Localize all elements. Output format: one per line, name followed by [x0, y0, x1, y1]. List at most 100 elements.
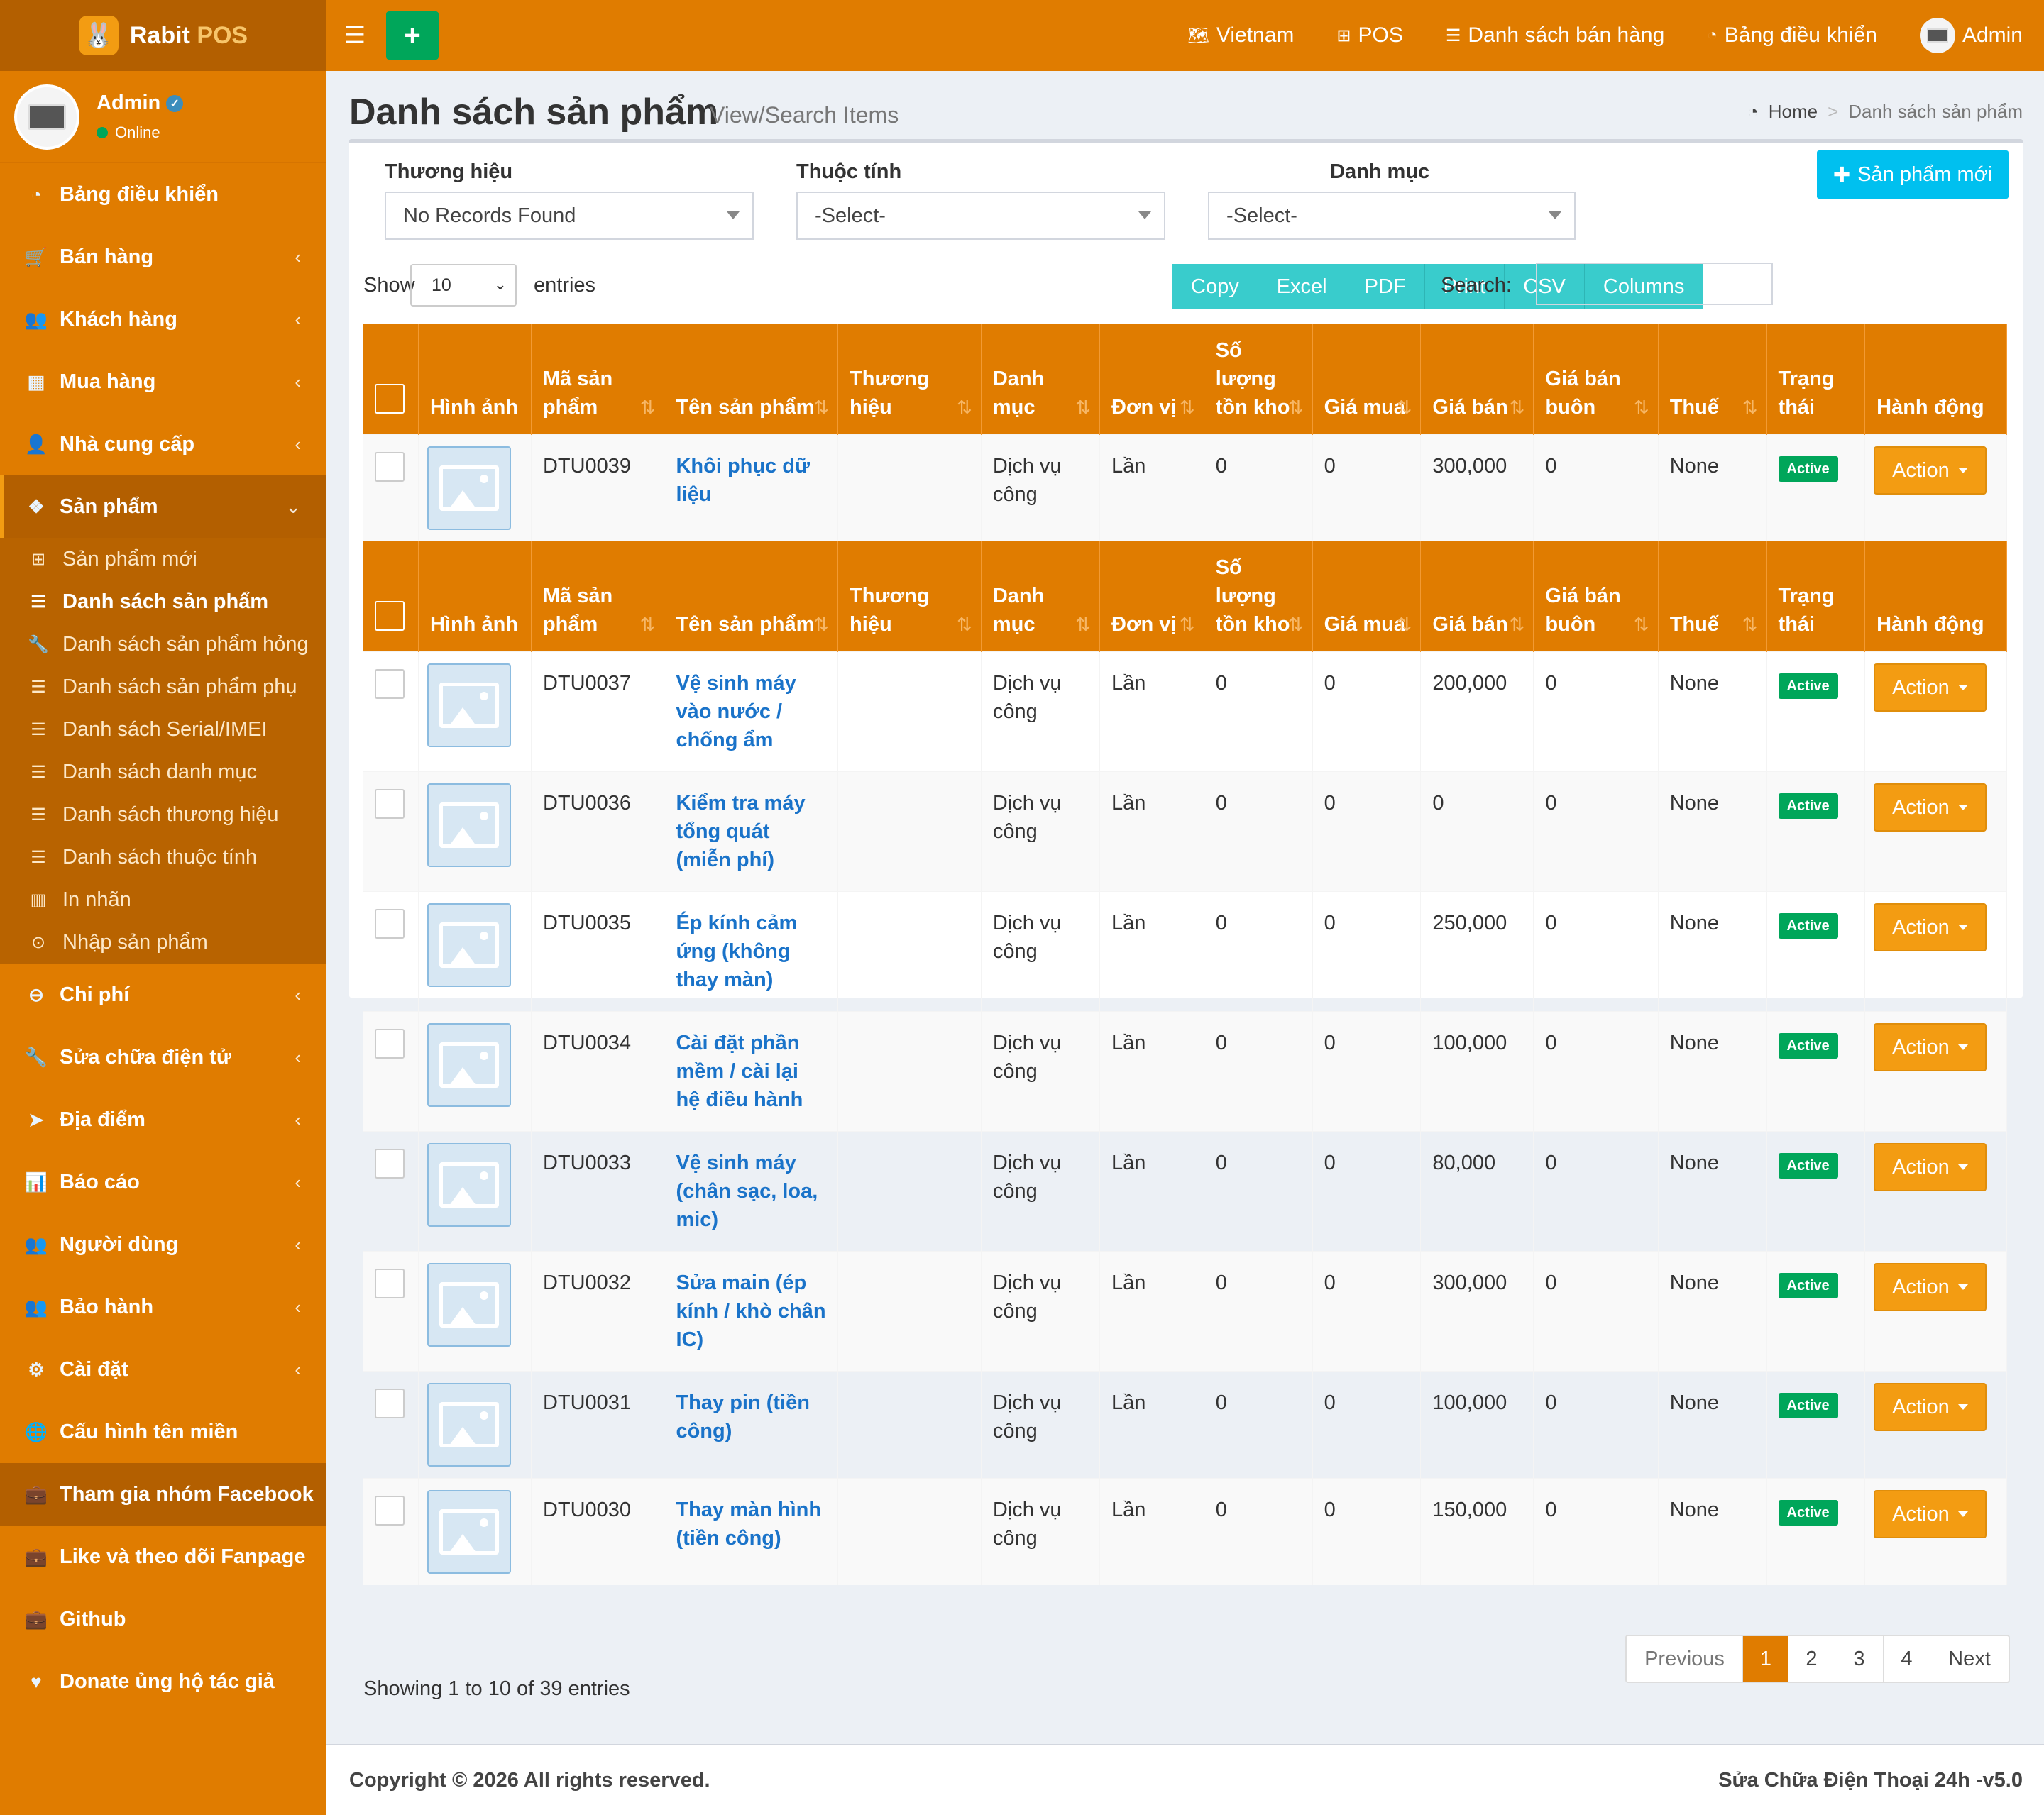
- sidebar-item-customers[interactable]: 👥 Khách hàng ‹: [0, 288, 326, 351]
- product-name-link[interactable]: Thay màn hình (tiền công): [676, 1499, 821, 1550]
- brand-filter-select[interactable]: No Records Found: [385, 192, 754, 240]
- submenu-item-product-list[interactable]: ☰ Danh sách sản phẩm: [0, 580, 326, 623]
- column-header[interactable]: Đơn vị ⇅: [1099, 324, 1204, 434]
- column-header[interactable]: Giá mua ⇅: [1312, 324, 1422, 434]
- submenu-item-print-labels[interactable]: ▥ In nhãn: [0, 878, 326, 921]
- sidebar-item-warranty[interactable]: 👥 Bảo hành ‹: [0, 1276, 326, 1338]
- action-dropdown-button[interactable]: Action: [1874, 1383, 1987, 1431]
- column-header[interactable]: Trạng thái: [1766, 324, 1866, 434]
- column-header[interactable]: Thuế ⇅: [1658, 541, 1767, 652]
- submenu-item-serial-imei[interactable]: ☰ Danh sách Serial/IMEI: [0, 708, 326, 751]
- column-header[interactable]: Giá bán buôn ⇅: [1533, 324, 1659, 434]
- row-checkbox[interactable]: [375, 451, 405, 482]
- product-name-link[interactable]: Thay pin (tiền công): [676, 1391, 810, 1442]
- action-dropdown-button[interactable]: Action: [1874, 663, 1987, 712]
- product-image-placeholder-icon[interactable]: [427, 663, 511, 747]
- column-header[interactable]: Danh mục ⇅: [981, 541, 1100, 652]
- pagination-page-2[interactable]: 2: [1788, 1636, 1835, 1682]
- select-all-checkbox[interactable]: [375, 601, 405, 631]
- pagination-previous[interactable]: Previous: [1627, 1636, 1743, 1682]
- column-header[interactable]: Hình ảnh: [418, 541, 532, 652]
- copy-button[interactable]: Copy: [1172, 264, 1258, 309]
- product-image-placeholder-icon[interactable]: [427, 1023, 511, 1107]
- sidebar-item-products[interactable]: ❖ Sản phẩm ⌄: [0, 475, 326, 538]
- search-input[interactable]: [1536, 263, 1773, 305]
- pagination-page-1[interactable]: 1: [1743, 1636, 1788, 1682]
- column-header[interactable]: Mã sản phẩm ⇅: [531, 324, 665, 434]
- brand-logo[interactable]: 🐰 Rabit POS: [0, 0, 326, 71]
- new-product-button[interactable]: ✚ Sản phẩm mới: [1817, 150, 2009, 199]
- submenu-item-brands[interactable]: ☰ Danh sách thương hiệu: [0, 793, 326, 836]
- sidebar-item-dashboard[interactable]: ◔ Bảng điều khiển: [0, 163, 326, 226]
- pdf-button[interactable]: PDF: [1346, 264, 1425, 309]
- dashboard-link[interactable]: ◔ Bảng điều khiển: [1686, 0, 1899, 71]
- row-checkbox[interactable]: [375, 1029, 405, 1059]
- quick-add-button[interactable]: +: [386, 11, 439, 60]
- column-header[interactable]: Đơn vị ⇅: [1099, 541, 1204, 652]
- product-name-link[interactable]: Ép kính cảm ứng (không thay màn): [676, 912, 797, 991]
- action-dropdown-button[interactable]: Action: [1874, 446, 1987, 495]
- row-checkbox[interactable]: [375, 789, 405, 819]
- sidebar-item-repairs[interactable]: 🔧 Sửa chữa điện tử ‹: [0, 1026, 326, 1088]
- column-header[interactable]: Thương hiệu ⇅: [837, 324, 982, 434]
- pos-link[interactable]: ⊞ POS: [1315, 0, 1424, 71]
- action-dropdown-button[interactable]: Action: [1874, 1263, 1987, 1311]
- column-header[interactable]: Thương hiệu ⇅: [837, 541, 982, 652]
- product-image-placeholder-icon[interactable]: [427, 1490, 511, 1574]
- row-checkbox[interactable]: [375, 1269, 405, 1298]
- product-image-placeholder-icon[interactable]: [427, 446, 511, 530]
- pagination-page-3[interactable]: 3: [1835, 1636, 1884, 1682]
- pagination-next[interactable]: Next: [1930, 1636, 2009, 1682]
- product-image-placeholder-icon[interactable]: [427, 1263, 511, 1347]
- row-checkbox[interactable]: [375, 1149, 405, 1179]
- submenu-item-sub-products[interactable]: ☰ Danh sách sản phẩm phụ: [0, 666, 326, 708]
- product-name-link[interactable]: Cài đặt phần mềm / cài lại hệ điều hành: [676, 1032, 803, 1111]
- row-checkbox[interactable]: [375, 1389, 405, 1418]
- row-checkbox[interactable]: [375, 909, 405, 939]
- submenu-item-new-product[interactable]: ⊞ Sản phẩm mới: [0, 538, 326, 580]
- action-dropdown-button[interactable]: Action: [1874, 1023, 1987, 1071]
- action-dropdown-button[interactable]: Action: [1874, 903, 1987, 951]
- sidebar-toggle-icon[interactable]: ☰: [326, 0, 383, 71]
- sidebar-item-purchases[interactable]: ▦ Mua hàng ‹: [0, 351, 326, 413]
- sidebar-item-expenses[interactable]: ⊖ Chi phí ‹: [0, 964, 326, 1026]
- column-header[interactable]: Thuế ⇅: [1658, 324, 1767, 434]
- sidebar-item-facebook-group[interactable]: 💼 Tham gia nhóm Facebook: [0, 1463, 326, 1526]
- column-header[interactable]: Giá bán buôn ⇅: [1533, 541, 1659, 652]
- column-header[interactable]: Mã sản phẩm ⇅: [531, 541, 665, 652]
- product-name-link[interactable]: Khôi phục dữ liệu: [676, 455, 810, 506]
- sidebar-item-users[interactable]: 👥 Người dùng ‹: [0, 1213, 326, 1276]
- column-header[interactable]: Tên sản phẩm ⇅: [664, 324, 839, 434]
- column-header[interactable]: Giá mua ⇅: [1312, 541, 1422, 652]
- column-header[interactable]: Giá bán ⇅: [1420, 324, 1534, 434]
- sales-list-link[interactable]: ☰ Danh sách bán hàng: [1424, 0, 1686, 71]
- column-header[interactable]: Hình ảnh: [418, 324, 532, 434]
- sidebar-item-fanpage[interactable]: 💼 Like và theo dõi Fanpage: [0, 1526, 326, 1588]
- language-selector[interactable]: 🗺 Vietnam: [1166, 0, 1315, 71]
- attribute-filter-select[interactable]: -Select-: [796, 192, 1165, 240]
- product-name-link[interactable]: Kiểm tra máy tổng quát (miễn phí): [676, 792, 805, 871]
- breadcrumb-home[interactable]: Home: [1769, 101, 1818, 123]
- action-dropdown-button[interactable]: Action: [1874, 1490, 1987, 1538]
- sidebar-item-reports[interactable]: 📊 Báo cáo ‹: [0, 1151, 326, 1213]
- action-dropdown-button[interactable]: Action: [1874, 783, 1987, 832]
- sidebar-item-github[interactable]: 💼 Github: [0, 1588, 326, 1650]
- row-checkbox[interactable]: [375, 669, 405, 699]
- excel-button[interactable]: Excel: [1258, 264, 1346, 309]
- column-header[interactable]: Trạng thái: [1766, 541, 1866, 652]
- submenu-item-categories[interactable]: ☰ Danh sách danh mục: [0, 751, 326, 793]
- product-image-placeholder-icon[interactable]: [427, 1143, 511, 1227]
- submenu-item-import-products[interactable]: ⊙ Nhập sản phẩm: [0, 921, 326, 964]
- column-header[interactable]: Số lượng tồn kho ⇅: [1204, 324, 1313, 434]
- sidebar-item-locations[interactable]: ➤ Địa điểm ‹: [0, 1088, 326, 1151]
- column-header[interactable]: Hành động: [1864, 324, 2007, 434]
- sidebar-item-suppliers[interactable]: 👤 Nhà cung cấp ‹: [0, 413, 326, 475]
- product-image-placeholder-icon[interactable]: [427, 783, 511, 867]
- product-image-placeholder-icon[interactable]: [427, 903, 511, 987]
- column-header[interactable]: Giá bán ⇅: [1420, 541, 1534, 652]
- user-menu[interactable]: Admin: [1899, 0, 2044, 71]
- action-dropdown-button[interactable]: Action: [1874, 1143, 1987, 1191]
- row-checkbox[interactable]: [375, 1496, 405, 1526]
- product-name-link[interactable]: Vệ sinh máy (chân sạc, loa, mic): [676, 1152, 818, 1231]
- sidebar-item-donate[interactable]: ♥ Donate ủng hộ tác giả: [0, 1650, 326, 1713]
